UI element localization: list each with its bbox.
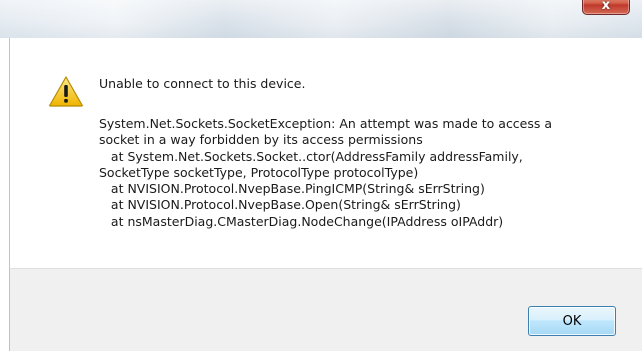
- dialog-footer: OK: [9, 268, 642, 351]
- ok-button[interactable]: OK: [528, 306, 616, 336]
- message-dialog-window: x Unable to connect to this device. Syst…: [0, 0, 642, 351]
- dialog-content: Unable to connect to this device. System…: [9, 38, 642, 268]
- exception-details-text: System.Net.Sockets.SocketException: An a…: [99, 116, 553, 229]
- error-title-text: Unable to connect to this device.: [99, 76, 306, 91]
- warning-icon: [49, 76, 83, 107]
- title-bar: x: [0, 0, 642, 38]
- close-icon: x: [601, 0, 611, 13]
- close-button[interactable]: x: [582, 0, 630, 15]
